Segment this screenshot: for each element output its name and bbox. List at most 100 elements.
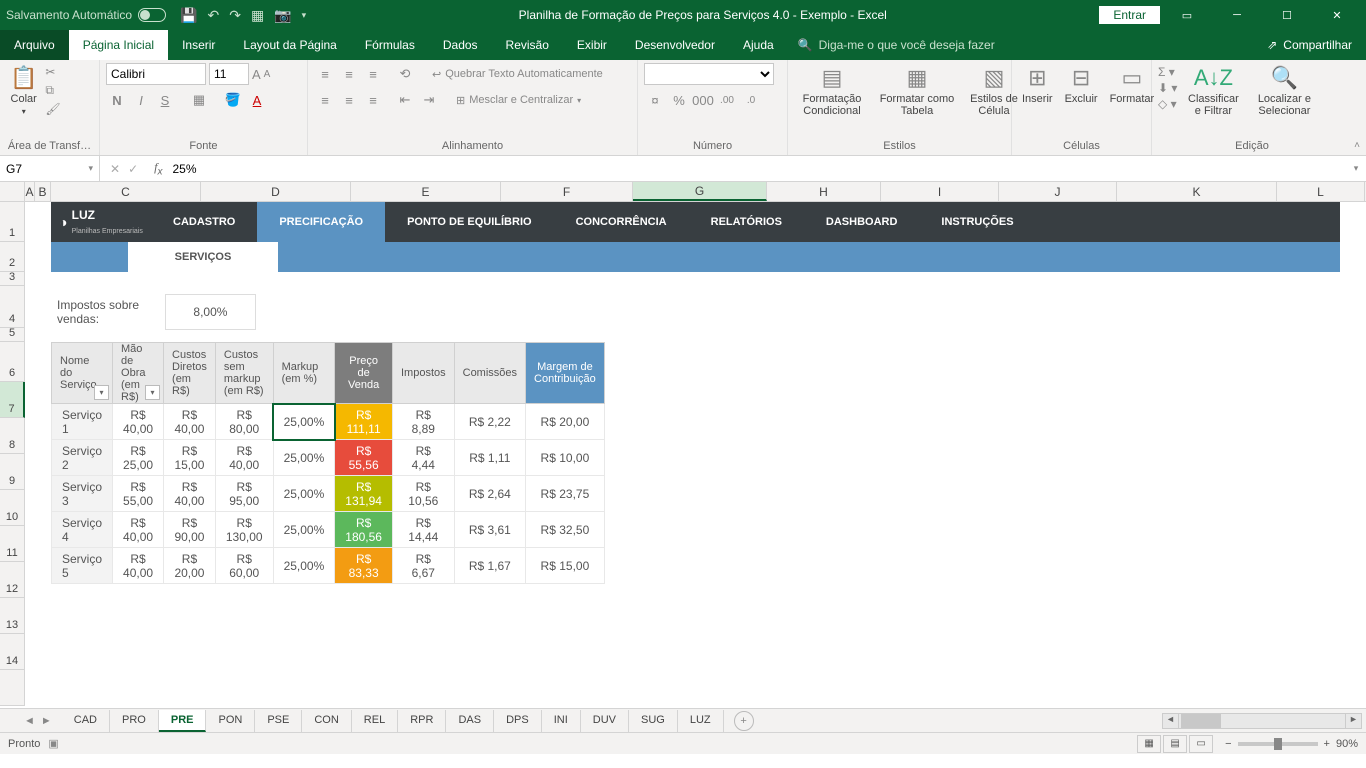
cell-comissoes[interactable]: R$ 3,61 xyxy=(454,512,525,548)
tab-home[interactable]: Página Inicial xyxy=(69,30,168,60)
col-header-h[interactable]: H xyxy=(767,182,881,201)
sheet-tab[interactable]: CON xyxy=(302,710,351,732)
nav-relatorios[interactable]: RELATÓRIOS xyxy=(689,202,804,242)
cell-sem[interactable]: R$ 60,00 xyxy=(215,548,273,584)
sheet-tab[interactable]: DPS xyxy=(494,710,542,732)
conditional-format-button[interactable]: ▤Formatação Condicional xyxy=(794,63,870,119)
col-header-k[interactable]: K xyxy=(1117,182,1277,201)
cell-impostos[interactable]: R$ 8,89 xyxy=(392,404,454,440)
cell-markup[interactable]: 25,00% xyxy=(273,512,335,548)
tab-layout[interactable]: Layout da Página xyxy=(229,30,350,60)
row-header-10[interactable]: 10 xyxy=(0,490,25,526)
comma-icon[interactable]: 000 xyxy=(692,89,714,111)
col-header-g[interactable]: G xyxy=(633,182,767,201)
cell-markup[interactable]: 25,00% xyxy=(273,548,335,584)
fill-color-icon[interactable]: 🪣 xyxy=(222,89,244,111)
row-header-8[interactable]: 8 xyxy=(0,418,25,454)
paste-button[interactable]: 📋 Colar ▾ xyxy=(6,63,41,118)
zoom-slider[interactable] xyxy=(1238,742,1318,746)
bold-icon[interactable]: N xyxy=(106,89,128,111)
col-header-i[interactable]: I xyxy=(881,182,999,201)
decrease-indent-icon[interactable]: ⇤ xyxy=(394,89,416,111)
row-header-4[interactable]: 4 xyxy=(0,286,25,328)
servicos-tab[interactable]: SERVIÇOS xyxy=(128,242,278,272)
cell-impostos[interactable]: R$ 10,56 xyxy=(392,476,454,512)
cell-name[interactable]: Serviço 2 xyxy=(52,440,113,476)
share-button[interactable]: ⇗ Compartilhar xyxy=(1253,30,1366,60)
format-painter-icon[interactable]: 🖌 xyxy=(45,102,60,116)
decrease-font-icon[interactable]: A xyxy=(264,69,271,80)
th-comissoes[interactable]: Comissões xyxy=(454,343,525,404)
cell-comissoes[interactable]: R$ 1,11 xyxy=(454,440,525,476)
tax-value-cell[interactable]: 8,00% xyxy=(165,294,256,330)
cell-preco[interactable]: R$ 180,56 xyxy=(335,512,393,548)
signin-button[interactable]: Entrar xyxy=(1099,6,1160,24)
row-header-2[interactable]: 2 xyxy=(0,242,25,272)
nav-precificacao[interactable]: PRECIFICAÇÃO xyxy=(257,202,385,242)
col-header-j[interactable]: J xyxy=(999,182,1117,201)
tell-me[interactable]: 🔍 Diga-me o que você deseja fazer xyxy=(788,30,1005,60)
cell-preco[interactable]: R$ 131,94 xyxy=(335,476,393,512)
cell-custos[interactable]: R$ 15,00 xyxy=(164,440,216,476)
horizontal-scrollbar[interactable]: ◄► xyxy=(1162,713,1362,729)
nav-cadastro[interactable]: CADASTRO xyxy=(151,202,257,242)
close-icon[interactable]: ✕ xyxy=(1314,0,1360,30)
row-header-6[interactable]: 6 xyxy=(0,342,25,382)
cell-mao[interactable]: R$ 40,00 xyxy=(113,548,164,584)
cell-preco[interactable]: R$ 111,11 xyxy=(335,404,393,440)
cell-margem[interactable]: R$ 23,75 xyxy=(526,476,605,512)
cell-comissoes[interactable]: R$ 1,67 xyxy=(454,548,525,584)
enter-formula-icon[interactable]: ✓ xyxy=(128,162,138,176)
cell-margem[interactable]: R$ 32,50 xyxy=(526,512,605,548)
wrap-text-button[interactable]: ↩ Quebrar Texto Automaticamente xyxy=(432,68,603,81)
row-header-3[interactable]: 3 xyxy=(0,272,25,286)
row-header-15[interactable] xyxy=(0,670,25,706)
row-header-5[interactable]: 5 xyxy=(0,328,25,342)
sheet-nav-prev-icon[interactable]: ◄ xyxy=(24,715,35,727)
cell-impostos[interactable]: R$ 14,44 xyxy=(392,512,454,548)
border-icon[interactable]: ▦ xyxy=(188,89,210,111)
autosum-icon[interactable]: Σ ▾ xyxy=(1158,65,1177,79)
sheet-nav-next-icon[interactable]: ► xyxy=(41,715,52,727)
row-header-13[interactable]: 13 xyxy=(0,598,25,634)
delete-cells-button[interactable]: ⊟Excluir xyxy=(1061,63,1102,107)
tab-insert[interactable]: Inserir xyxy=(168,30,229,60)
row-header-1[interactable]: 1 xyxy=(0,202,25,242)
col-header-b[interactable]: B xyxy=(35,182,51,201)
th-markup[interactable]: Markup (em %) xyxy=(273,343,335,404)
add-sheet-button[interactable]: + xyxy=(734,711,754,731)
th-margem[interactable]: Margem de Contribuição xyxy=(526,343,605,404)
sheet-tab[interactable]: CAD xyxy=(62,710,110,732)
name-box[interactable]: G7▾ xyxy=(0,156,100,181)
undo-icon[interactable]: ↶ xyxy=(208,7,220,24)
decrease-decimal-icon[interactable]: .0 xyxy=(740,89,762,111)
th-impostos[interactable]: Impostos xyxy=(392,343,454,404)
cell-preco[interactable]: R$ 83,33 xyxy=(335,548,393,584)
filter-icon[interactable]: ▾ xyxy=(145,385,160,400)
minimize-icon[interactable]: ─ xyxy=(1214,0,1260,30)
cell-custos[interactable]: R$ 90,00 xyxy=(164,512,216,548)
fx-icon[interactable]: fx xyxy=(148,160,168,177)
align-top-icon[interactable]: ≡ xyxy=(314,63,336,85)
sheet-tab[interactable]: PSE xyxy=(255,710,302,732)
normal-view-icon[interactable]: ▦ xyxy=(1137,735,1161,753)
cell-sem[interactable]: R$ 130,00 xyxy=(215,512,273,548)
formula-input[interactable] xyxy=(168,162,1346,176)
row-header-14[interactable]: 14 xyxy=(0,634,25,670)
cell-preco[interactable]: R$ 55,56 xyxy=(335,440,393,476)
font-color-icon[interactable]: A xyxy=(246,89,268,111)
cell-impostos[interactable]: R$ 6,67 xyxy=(392,548,454,584)
cell-impostos[interactable]: R$ 4,44 xyxy=(392,440,454,476)
cell-comissoes[interactable]: R$ 2,64 xyxy=(454,476,525,512)
spreadsheet-grid[interactable]: A B C D E F G H I J K L 1 2 3 4 5 6 7 8 … xyxy=(0,182,1366,708)
cancel-formula-icon[interactable]: ✕ xyxy=(110,162,120,176)
sheet-tab[interactable]: PON xyxy=(206,710,255,732)
find-select-button[interactable]: 🔍Localizar e Selecionar xyxy=(1249,63,1319,119)
cell-mao[interactable]: R$ 40,00 xyxy=(113,404,164,440)
th-sem-markup[interactable]: Custos sem markup (em R$) xyxy=(215,343,273,404)
row-header-12[interactable]: 12 xyxy=(0,562,25,598)
col-header-l[interactable]: L xyxy=(1277,182,1365,201)
cell-markup[interactable]: 25,00% xyxy=(273,440,335,476)
currency-icon[interactable]: ¤ xyxy=(644,89,666,111)
align-right-icon[interactable]: ≡ xyxy=(362,89,384,111)
